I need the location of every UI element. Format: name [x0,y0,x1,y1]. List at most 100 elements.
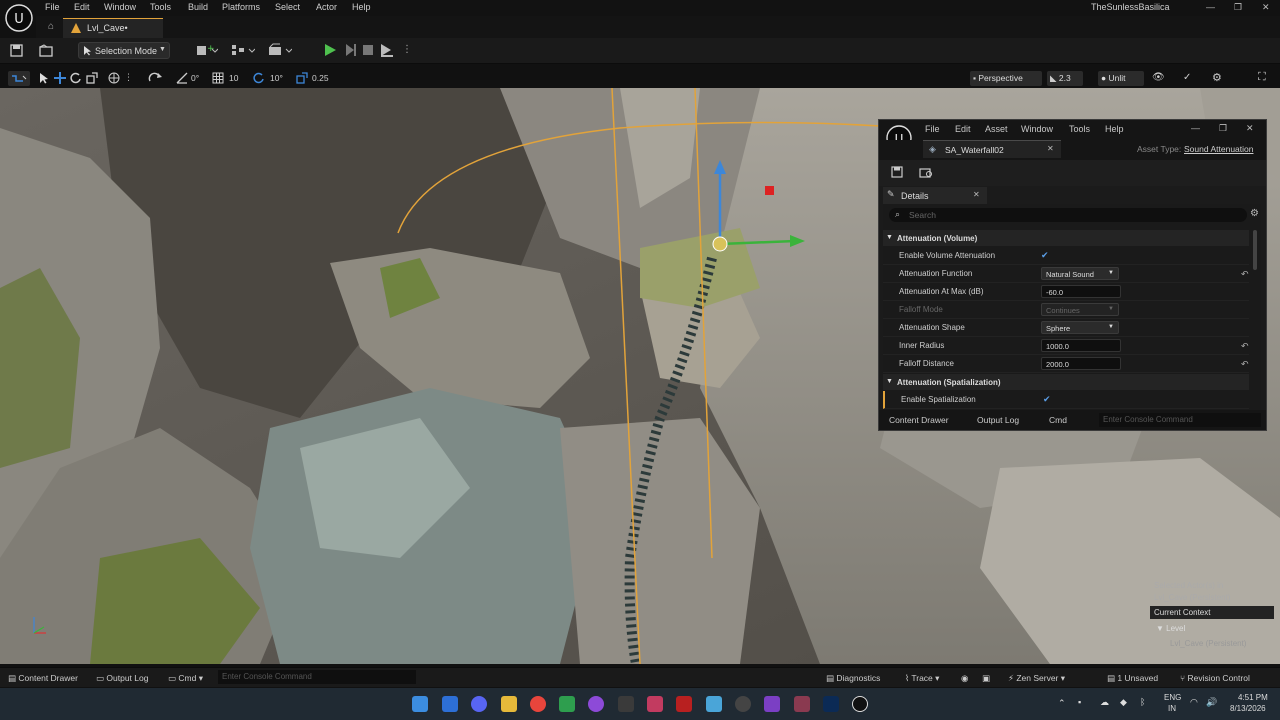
output-log-button[interactable]: ▭ Output Log [96,673,148,684]
asset-menu-tools[interactable]: Tools [1069,124,1090,134]
selection-mode-dropdown[interactable]: Selection Mode ▼ [78,42,170,59]
screenshot-icon[interactable]: ▣ [982,673,990,684]
menu-window[interactable]: Window [104,2,136,12]
content-browser-icon[interactable] [39,44,53,57]
enable-spatialization-checkbox[interactable]: ✔ [1043,394,1053,404]
rotation-snap-value[interactable]: 0° [191,73,199,83]
details-close-icon[interactable]: ✕ [973,190,980,199]
category-spatialization[interactable]: ▼ Attenuation (Spatialization) [883,374,1249,390]
revision-control-button[interactable]: ⑂ Revision Control [1180,673,1250,683]
start-icon[interactable] [412,696,428,712]
grid-snap-icon[interactable] [212,72,224,84]
asset-menu-file[interactable]: File [925,124,940,134]
notepad-icon[interactable] [559,696,575,712]
menu-edit[interactable]: Edit [74,2,90,12]
content-drawer-button[interactable]: ▤ Content Drawer [8,673,78,684]
file-explorer-icon[interactable] [501,696,517,712]
asset-maximize-icon[interactable]: ❐ [1219,123,1227,134]
settings-icon[interactable]: ⚙ [1212,71,1222,84]
maximize-viewport-icon[interactable]: ⛶ [1258,71,1266,84]
scale-tool-icon[interactable] [86,72,98,84]
reset-icon[interactable]: ↶ [1241,359,1249,370]
save-icon[interactable] [891,166,903,178]
perspective-dropdown[interactable]: ▪ Perspective [970,71,1042,86]
console-input[interactable]: Enter Console Command [218,670,416,684]
camera-speed-button[interactable]: ◣ 2.3 [1047,71,1083,86]
tray-cloud-icon[interactable]: ☁ [1100,697,1109,708]
attenuation-function-dropdown[interactable]: Natural Sound ▼ [1041,267,1119,280]
menu-actor[interactable]: Actor [316,2,337,12]
save-icon[interactable] [10,44,23,57]
app-blue-icon[interactable] [706,696,722,712]
search-taskbar-icon[interactable] [735,696,751,712]
maximize-icon[interactable]: ❐ [1234,2,1242,13]
category-volume[interactable]: ▼ Attenuation (Volume) [883,230,1249,246]
clock-time[interactable]: 4:51 PM [1238,693,1268,702]
tray-bluetooth-icon[interactable]: ᛒ [1140,697,1145,707]
menu-help[interactable]: Help [352,2,371,12]
transform-more-icon[interactable]: ⋮ [124,72,133,83]
attenuation-at-max-input[interactable]: -60.0 [1041,285,1121,298]
zen-server-button[interactable]: ⚡ Zen Server ▾ [1008,673,1065,684]
add-actor-icon[interactable]: + [196,43,218,57]
unreal-taskbar-icon[interactable] [852,696,868,712]
grid-snap-value[interactable]: 10 [229,73,238,83]
menu-select[interactable]: Select [275,2,300,12]
enable-volume-checkbox[interactable]: ✔ [1041,250,1051,260]
inner-radius-input[interactable]: 1000.0 [1041,339,1121,352]
outlook-icon[interactable] [442,696,458,712]
tray-chevron-icon[interactable]: ⌃ [1058,698,1066,709]
reset-icon[interactable]: ↶ [1241,269,1249,280]
close-icon[interactable]: ✕ [1262,2,1270,13]
rotate-tool-icon[interactable] [70,72,82,84]
github-icon[interactable] [588,696,604,712]
asset-minimize-icon[interactable]: — [1191,123,1200,133]
asset-console-input[interactable]: Enter Console Command [1099,413,1261,427]
asset-menu-asset[interactable]: Asset [985,124,1008,134]
menu-platforms[interactable]: Platforms [222,2,260,12]
level-tab[interactable]: Lvl_Cave• [63,18,163,38]
home-icon[interactable]: ⌂ [48,21,54,32]
attenuation-shape-dropdown[interactable]: Sphere ▼ [1041,321,1119,334]
asset-type-link[interactable]: Sound Attenuation [1184,144,1253,154]
stop-icon[interactable] [362,44,374,56]
details-settings-icon[interactable]: ⚙ [1250,208,1259,219]
volume-icon[interactable]: 🔊 [1206,697,1217,708]
asset-menu-window[interactable]: Window [1021,124,1053,134]
angle-snap-value[interactable]: 10° [270,73,283,83]
visual-studio-icon[interactable] [764,696,780,712]
unsaved-button[interactable]: ▤ 1 Unsaved [1107,673,1158,684]
terminal-icon[interactable] [618,696,634,712]
app-red-icon[interactable] [676,696,692,712]
viewport-options-button[interactable] [8,71,30,86]
more-options-icon[interactable]: ⋮ [402,44,412,55]
asset-menu-help[interactable]: Help [1105,124,1124,134]
angle-snap-icon[interactable] [253,72,265,84]
tray-shield-icon[interactable]: ◆ [1120,697,1127,708]
scale-snap-value[interactable]: 0.25 [312,73,329,83]
cinematics-icon[interactable] [268,43,292,57]
translate-tool-icon[interactable] [54,72,66,84]
browse-icon[interactable] [919,166,933,178]
asset-tab[interactable]: ◈ SA_Waterfall02 ✕ [923,140,1061,158]
menu-build[interactable]: Build [188,2,208,12]
details-search-input[interactable]: ⌕ Search [889,208,1247,222]
tray-app-icon[interactable]: ▪ [1078,697,1081,707]
select-tool-icon[interactable] [38,72,49,84]
tab-close-icon[interactable]: ✕ [1047,144,1054,153]
view-mode-dropdown[interactable]: ● Unlit [1098,71,1144,86]
diagnostics-button[interactable]: ▤ Diagnostics [826,673,880,684]
asset-menu-edit[interactable]: Edit [955,124,971,134]
eject-icon[interactable] [380,43,396,57]
play-icon[interactable] [323,43,337,57]
falloff-distance-input[interactable]: 2000.0 [1041,357,1121,370]
surface-snap-icon[interactable] [148,72,164,84]
trace-dropdown[interactable]: ⌇ Trace ▾ [905,673,939,684]
performance-icon[interactable]: ✓ [1183,72,1191,83]
details-scrollbar[interactable] [1253,230,1257,270]
asset-close-icon[interactable]: ✕ [1246,123,1254,134]
step-icon[interactable] [344,43,358,57]
record-icon[interactable]: ◉ [961,673,968,684]
asset-output-log-button[interactable]: Output Log [977,415,1019,425]
renderdoc-icon[interactable] [794,696,810,712]
